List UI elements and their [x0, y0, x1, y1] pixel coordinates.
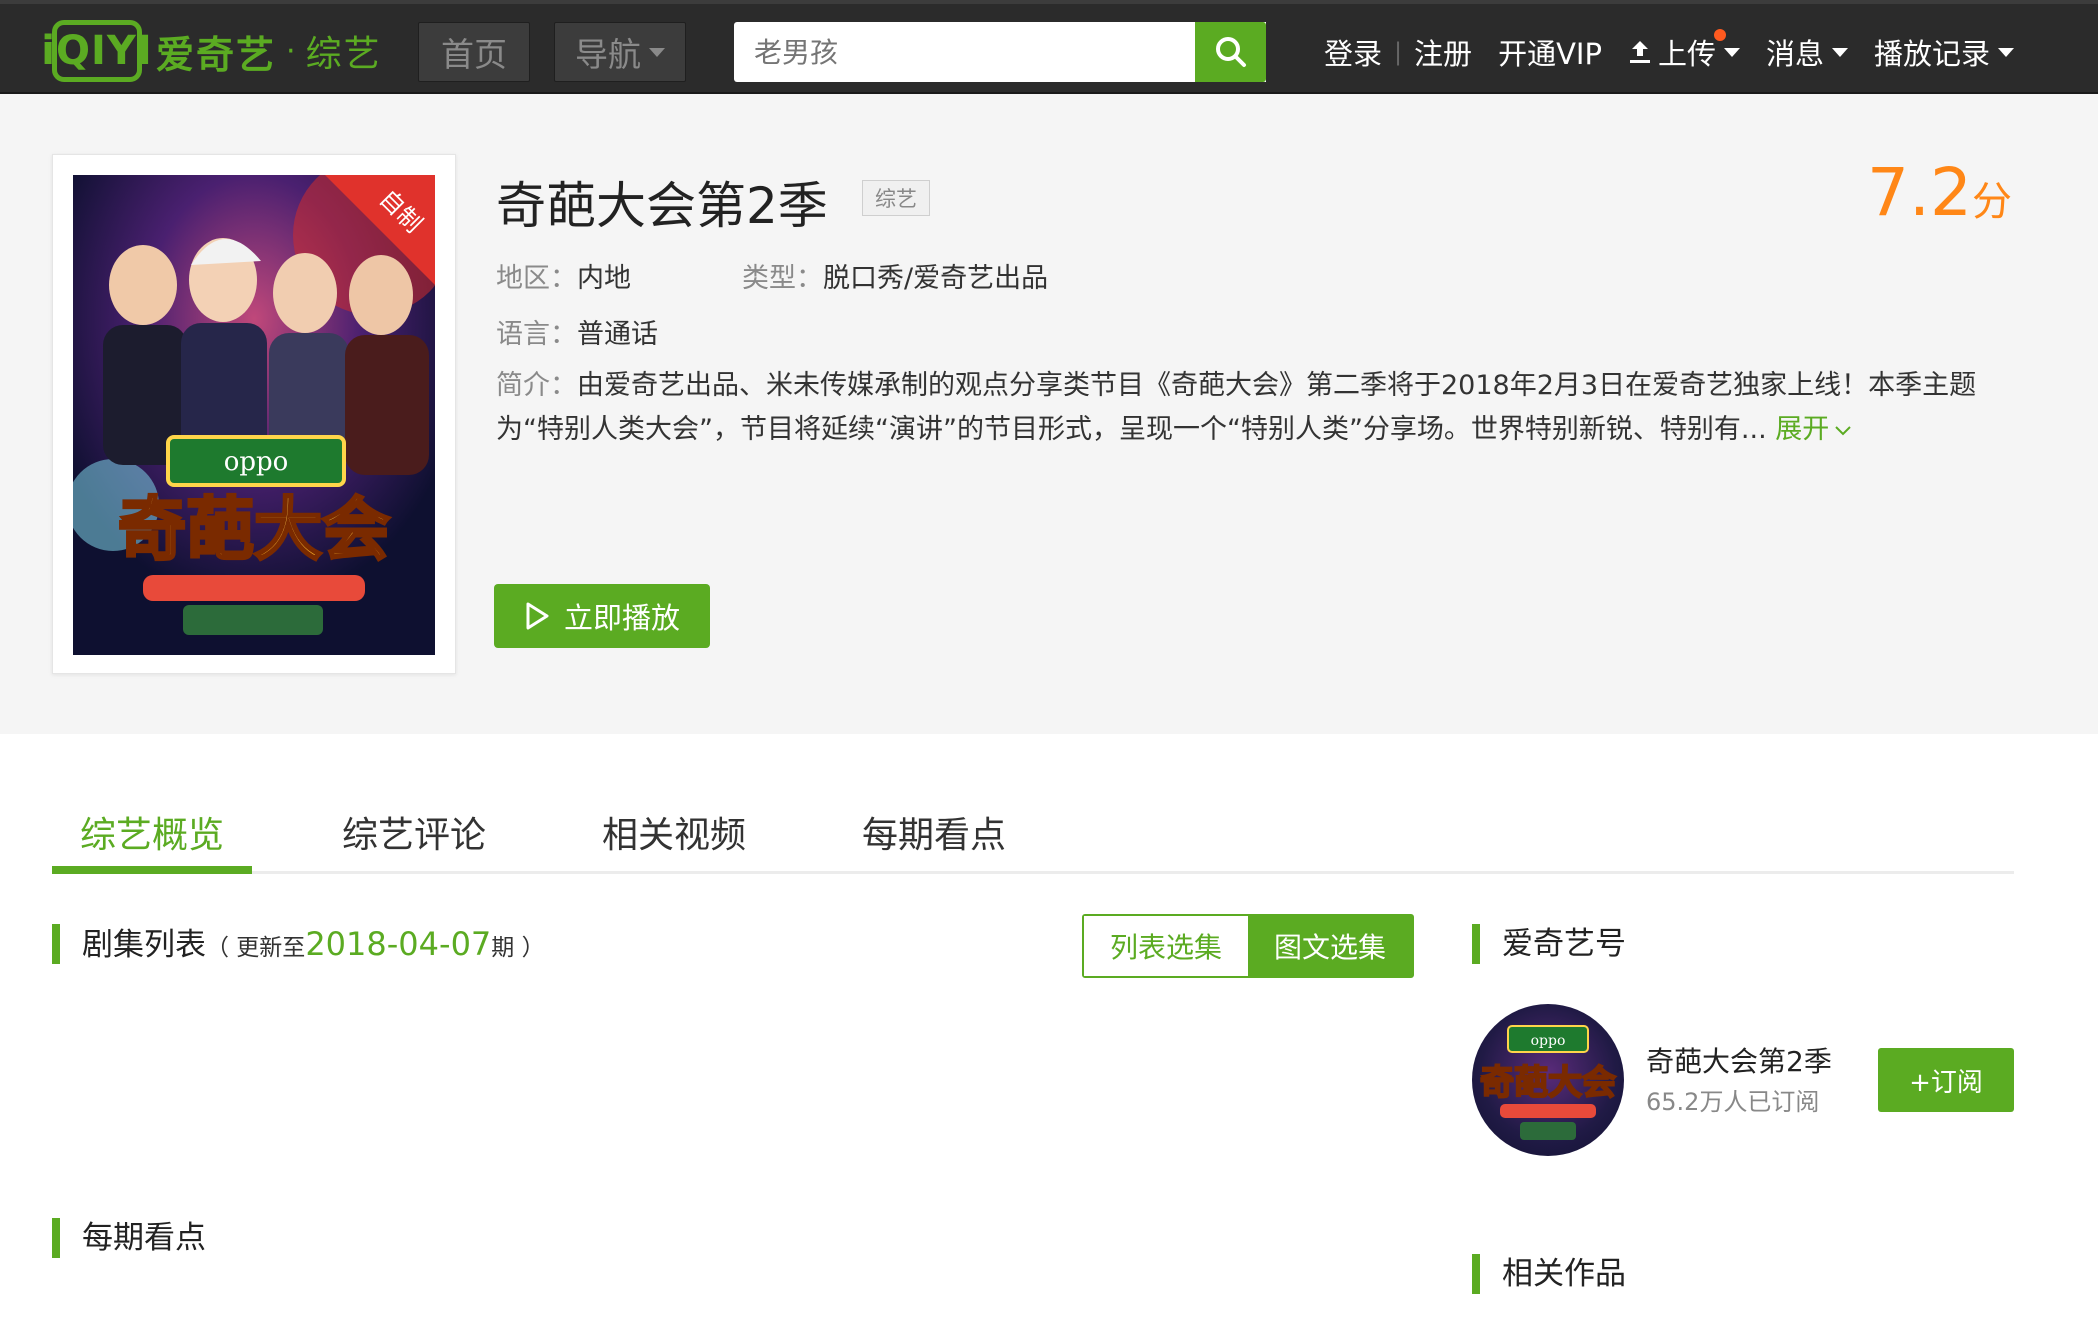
chevron-down-icon: [1835, 426, 1851, 436]
language-field: 语言：普通话: [496, 312, 658, 351]
tab-comments[interactable]: 综艺评论: [314, 806, 514, 874]
region-value[interactable]: 内地: [577, 263, 631, 294]
logo-dot: ·: [286, 33, 296, 69]
iqiyi-logo[interactable]: iQIYI 爱奇艺 · 综艺: [41, 18, 382, 84]
region-label: 地区：: [496, 263, 577, 294]
tab-highlights[interactable]: 每期看点: [834, 806, 1034, 874]
update-date: 2018-04-07: [305, 925, 492, 963]
subscriber-count: 65.2万人已订阅: [1646, 1088, 1820, 1116]
show-title: 奇葩大会第2季: [496, 177, 828, 235]
update-prefix: （ 更新至: [206, 935, 306, 961]
genre-tag[interactable]: 综艺: [862, 180, 930, 216]
svg-text:奇葩大会: 奇葩大会: [1480, 1063, 1616, 1103]
register-link[interactable]: 注册: [1414, 31, 1472, 73]
score: 7.2分: [1867, 154, 2012, 231]
channel-name[interactable]: 综艺: [306, 25, 382, 77]
channel-name-link[interactable]: 奇葩大会第2季: [1646, 1040, 1832, 1080]
description-label: 简介：: [496, 370, 577, 401]
description-field: 简介：由爱奇艺出品、米未传媒承制的观点分享类节目《奇葩大会》第二季将于2018年…: [496, 364, 2016, 452]
search-button[interactable]: [1195, 22, 1266, 82]
episode-list-title: 剧集列表: [82, 927, 206, 963]
link-separator: |: [1393, 38, 1403, 66]
login-link[interactable]: 登录: [1324, 31, 1382, 73]
episode-view-toggle: 列表选集 图文选集: [1082, 914, 1414, 978]
type-field: 类型：脱口秀/爱奇艺出品: [742, 256, 1048, 295]
type-label: 类型：: [742, 263, 823, 294]
svg-text:奇葩大会: 奇葩大会: [118, 491, 390, 570]
type-value[interactable]: 脱口秀/爱奇艺出品: [823, 263, 1048, 294]
language-value: 普通话: [577, 319, 658, 350]
image-view-button[interactable]: 图文选集: [1248, 916, 1412, 976]
iqiyihao-heading: 爱奇艺号: [1472, 924, 1626, 964]
play-icon: [526, 602, 549, 630]
nav-guide-dropdown[interactable]: 导航: [554, 22, 686, 82]
notification-dot: [1713, 29, 1726, 41]
search-input[interactable]: [734, 22, 1266, 82]
user-links: 登录 | 注册 开通VIP 上传 消息 播放记录: [1324, 26, 2014, 78]
svg-text:oppo: oppo: [1531, 1033, 1566, 1049]
upload-icon: [1629, 41, 1650, 63]
channel-avatar-artwork: oppo 奇葩大会: [1479, 1025, 1617, 1140]
poster-frame: oppo 奇葩大会 自制: [52, 154, 456, 674]
description-text: 由爱奇艺出品、米未传媒承制的观点分享类节目《奇葩大会》第二季将于2018年2月3…: [496, 370, 1977, 445]
active-tab-indicator: [52, 866, 252, 874]
subscribe-button[interactable]: +订阅: [1878, 1048, 2014, 1112]
search-icon: [1215, 37, 1246, 67]
chevron-down-icon: [1998, 47, 2014, 57]
play-now-button[interactable]: 立即播放: [494, 584, 710, 648]
tab-overview[interactable]: 综艺概览: [52, 806, 252, 874]
nav-home-button[interactable]: 首页: [418, 22, 530, 82]
score-value: 7.2: [1867, 154, 1972, 231]
language-label: 语言：: [496, 319, 577, 350]
expand-link[interactable]: 展开: [1775, 414, 1853, 445]
highlights-heading: 每期看点: [52, 1218, 206, 1258]
update-suffix: 期 ）: [491, 935, 545, 961]
tab-related-videos[interactable]: 相关视频: [574, 806, 774, 874]
messages-dropdown[interactable]: 消息: [1766, 31, 1848, 73]
region-field: 地区：内地: [496, 256, 631, 295]
svg-text:oppo: oppo: [224, 447, 289, 477]
top-navigation-bar: iQIYI 爱奇艺 · 综艺 首页 导航 登录 | 注册 开通VIP 上传: [0, 0, 2098, 94]
history-dropdown[interactable]: 播放记录: [1874, 31, 2014, 73]
poster-artwork: oppo 奇葩大会 自制: [73, 175, 435, 655]
show-poster[interactable]: oppo 奇葩大会 自制: [73, 175, 435, 655]
chevron-down-icon: [649, 47, 665, 57]
iqiyi-logo-mark: iQIYI: [41, 20, 152, 82]
related-works-heading: 相关作品: [1472, 1254, 1626, 1294]
chevron-down-icon: [1831, 47, 1848, 57]
channel-avatar[interactable]: oppo 奇葩大会: [1472, 1004, 1624, 1156]
logo-text: 爱奇艺: [156, 32, 277, 77]
list-view-button[interactable]: 列表选集: [1084, 916, 1248, 976]
show-info-section: oppo 奇葩大会 自制 奇葩大会第2季 综艺 7.2分 地区：内地 类型：脱口…: [0, 94, 2098, 734]
chevron-down-icon: [1723, 47, 1740, 57]
score-unit: 分: [1972, 179, 2012, 225]
upload-dropdown[interactable]: 上传: [1628, 29, 1740, 73]
content-tabs: 综艺概览 综艺评论 相关视频 每期看点: [52, 796, 2014, 874]
episode-list-heading: 剧集列表（ 更新至2018-04-07期 ）: [52, 924, 545, 964]
vip-link[interactable]: 开通VIP: [1498, 31, 1602, 73]
